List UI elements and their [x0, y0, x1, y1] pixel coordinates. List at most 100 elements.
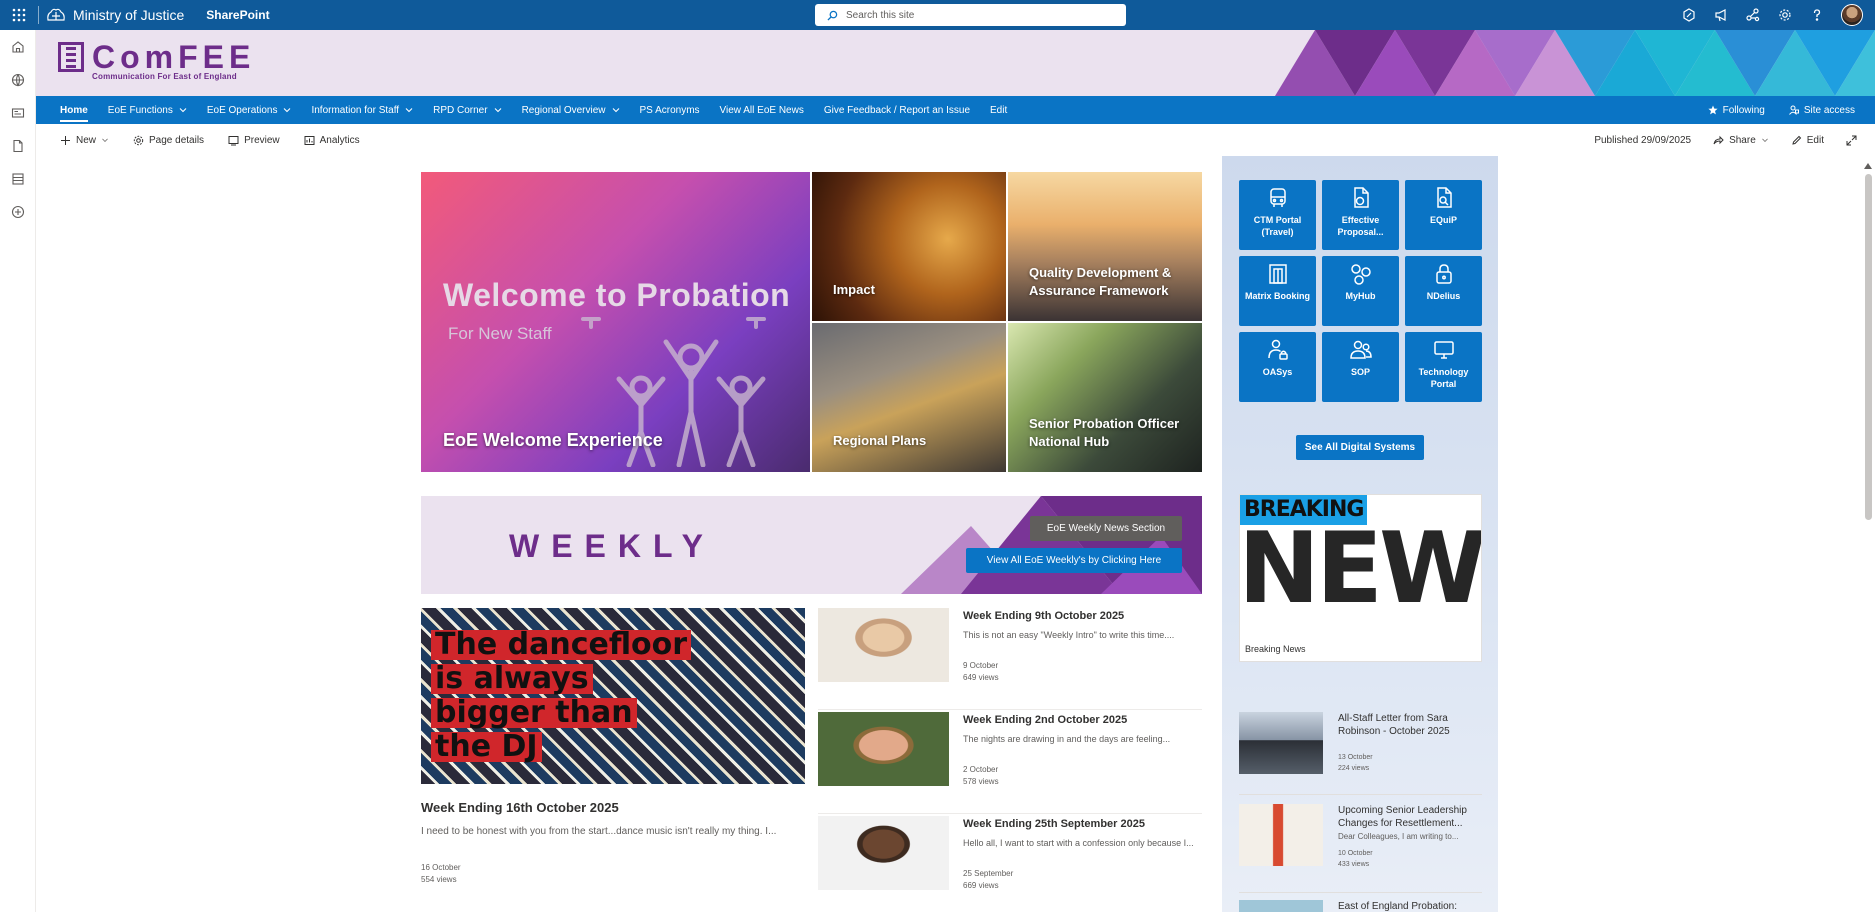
hero-tile-quality[interactable]: Quality Development & Assurance Framewor… [1008, 172, 1202, 321]
news-title: Week Ending 2nd October 2025 [963, 714, 1128, 726]
list-item[interactable]: Week Ending 2nd October 2025 The nights … [818, 712, 1202, 814]
megaphone-icon[interactable] [1713, 7, 1729, 23]
nav-label: RPD Corner [433, 104, 488, 116]
preview-button[interactable]: Preview [228, 135, 280, 146]
home-icon[interactable] [0, 30, 36, 63]
nav-eoe-operations[interactable]: EoE Operations [197, 96, 302, 124]
news-desc: The nights are drawing in and the days a… [963, 734, 1171, 744]
share-label: Share [1729, 134, 1756, 146]
share-network-icon[interactable] [1745, 7, 1761, 23]
news-icon[interactable] [0, 96, 36, 129]
nav-information-for-staff[interactable]: Information for Staff [301, 96, 423, 124]
news-date: 2 October [963, 765, 999, 774]
nav-eoe-functions[interactable]: EoE Functions [98, 96, 197, 124]
quicklink-ndelius[interactable]: NDelius [1405, 256, 1482, 326]
scroll-up-icon[interactable] [1864, 163, 1872, 169]
edit-button[interactable]: Edit [1791, 135, 1824, 146]
app-launcher-icon[interactable] [0, 0, 38, 30]
view-all-weekly-button[interactable]: View All EoE Weekly's by Clicking Here [966, 548, 1182, 573]
page-scrollbar[interactable] [1862, 160, 1875, 912]
file-icon[interactable] [0, 129, 36, 162]
featured-article-title: Week Ending 16th October 2025 [421, 800, 619, 815]
page-details-label: Page details [149, 134, 205, 146]
share-icon [1713, 135, 1724, 144]
globe-icon[interactable] [0, 63, 36, 96]
following-button[interactable]: Following [1708, 105, 1765, 116]
side-news-title: Upcoming Senior Leadership Changes for R… [1338, 805, 1467, 829]
side-news-date: 13 October [1338, 754, 1373, 761]
share-button[interactable]: Share [1713, 135, 1769, 146]
search-box[interactable]: Search this site [815, 4, 1126, 26]
side-news-title: All-Staff Letter from Sara Robinson - Oc… [1338, 713, 1450, 737]
scrollbar-thumb[interactable] [1865, 174, 1872, 520]
quicklink-label: NDelius [1426, 291, 1461, 301]
gear-icon [133, 135, 144, 145]
nav-ps-acronyms[interactable]: PS Acronyms [630, 96, 710, 124]
add-circle-icon[interactable] [0, 195, 36, 228]
list-item[interactable]: Week Ending 9th October 2025 This is not… [818, 608, 1202, 710]
quicklink-effective-proposal[interactable]: Effective Proposal... [1322, 180, 1399, 250]
quicklink-technology-portal[interactable]: Technology Portal [1405, 332, 1482, 402]
monitor-icon [1433, 341, 1454, 359]
weekly-title: WEEKLY [509, 528, 715, 564]
list-icon[interactable] [0, 162, 36, 195]
list-item[interactable]: Upcoming Senior Leadership Changes for R… [1239, 804, 1482, 884]
quicklink-matrix-booking[interactable]: Matrix Booking [1239, 256, 1316, 326]
hero-tile-impact[interactable]: Impact [812, 172, 1006, 321]
quicklink-label: Effective Proposal... [1337, 215, 1384, 237]
hero-tile-welcome[interactable]: Welcome to Probation For New Staff EoE W… [421, 172, 810, 472]
nav-label: EoE Functions [107, 104, 173, 116]
news-title: Week Ending 25th September 2025 [963, 818, 1145, 830]
featured-article[interactable]: The dancefloor is always bigger than the… [421, 608, 805, 886]
page-details-button[interactable]: Page details [133, 135, 204, 146]
side-news-views: 433 views [1338, 861, 1370, 868]
nav-regional-overview[interactable]: Regional Overview [512, 96, 630, 124]
nav-label: Regional Overview [521, 104, 606, 116]
see-all-digital-systems-button[interactable]: See All Digital Systems [1296, 435, 1424, 460]
hero-overlay-subtitle: For New Staff [448, 324, 552, 343]
plus-icon [61, 135, 70, 145]
site-access-button[interactable]: Site access [1788, 105, 1855, 116]
app-name[interactable]: SharePoint [206, 8, 269, 22]
breaking-news-card[interactable]: BREAKING NEWS Breaking News [1239, 494, 1482, 662]
hero-section: Welcome to Probation For New Staff EoE W… [421, 172, 1202, 472]
quicklink-equip[interactable]: EQuiP [1405, 180, 1482, 250]
new-button[interactable]: New [60, 135, 109, 146]
hero-tile-senior-probation[interactable]: Senior Probation Officer National Hub [1008, 323, 1202, 472]
hero-caption-impact: Impact [833, 282, 875, 297]
settings-icon[interactable] [1777, 7, 1793, 23]
quicklink-label: OASys [1262, 367, 1293, 377]
weekly-news-list: Week Ending 9th October 2025 This is not… [818, 608, 1202, 918]
quicklink-label: Technology Portal [1418, 367, 1469, 389]
document-help-icon [1353, 187, 1369, 208]
user-avatar[interactable] [1841, 4, 1863, 26]
nav-give-feedback[interactable]: Give Feedback / Report an Issue [814, 96, 980, 124]
nav-edit[interactable]: Edit [980, 96, 1017, 124]
quicklink-sop[interactable]: SOP [1322, 332, 1399, 402]
copilot-icon[interactable] [1681, 7, 1697, 23]
site-navigation: Home EoE Functions EoE Operations Inform… [36, 96, 1875, 124]
hero-tile-regional-plans[interactable]: Regional Plans [812, 323, 1006, 472]
nav-label: PS Acronyms [639, 104, 700, 116]
nav-rpd-corner[interactable]: RPD Corner [423, 96, 511, 124]
news-thumbnail [818, 712, 949, 786]
analytics-button[interactable]: Analytics [304, 135, 360, 146]
site-title: ComFEE [92, 39, 256, 75]
help-icon[interactable] [1809, 7, 1825, 23]
list-item[interactable]: East of England Probation: [1239, 900, 1482, 912]
featured-article-desc: I need to be honest with you from the st… [421, 826, 777, 837]
quicklink-oasys[interactable]: OASys [1239, 332, 1316, 402]
hero-caption-quality: Quality Development & Assurance Framewor… [1029, 265, 1172, 298]
quicklink-myhub[interactable]: MyHub [1322, 256, 1399, 326]
expand-icon[interactable] [1846, 135, 1857, 146]
weekly-section-button[interactable]: EoE Weekly News Section [1030, 516, 1182, 541]
nav-view-all-news[interactable]: View All EoE News [710, 96, 814, 124]
quicklink-ctm-portal[interactable]: CTM Portal (Travel) [1239, 180, 1316, 250]
list-item[interactable]: All-Staff Letter from Sara Robinson - Oc… [1239, 712, 1482, 782]
site-logo[interactable]: ComFEE Communication For East of England [58, 39, 256, 81]
org-brand[interactable]: Ministry of Justice [38, 6, 184, 24]
nav-home[interactable]: Home [50, 96, 98, 124]
news-desc: Hello all, I want to start with a confes… [963, 838, 1194, 848]
list-item[interactable]: Week Ending 25th September 2025 Hello al… [818, 816, 1202, 918]
news-desc: This is not an easy "Weekly Intro" to wr… [963, 630, 1175, 640]
